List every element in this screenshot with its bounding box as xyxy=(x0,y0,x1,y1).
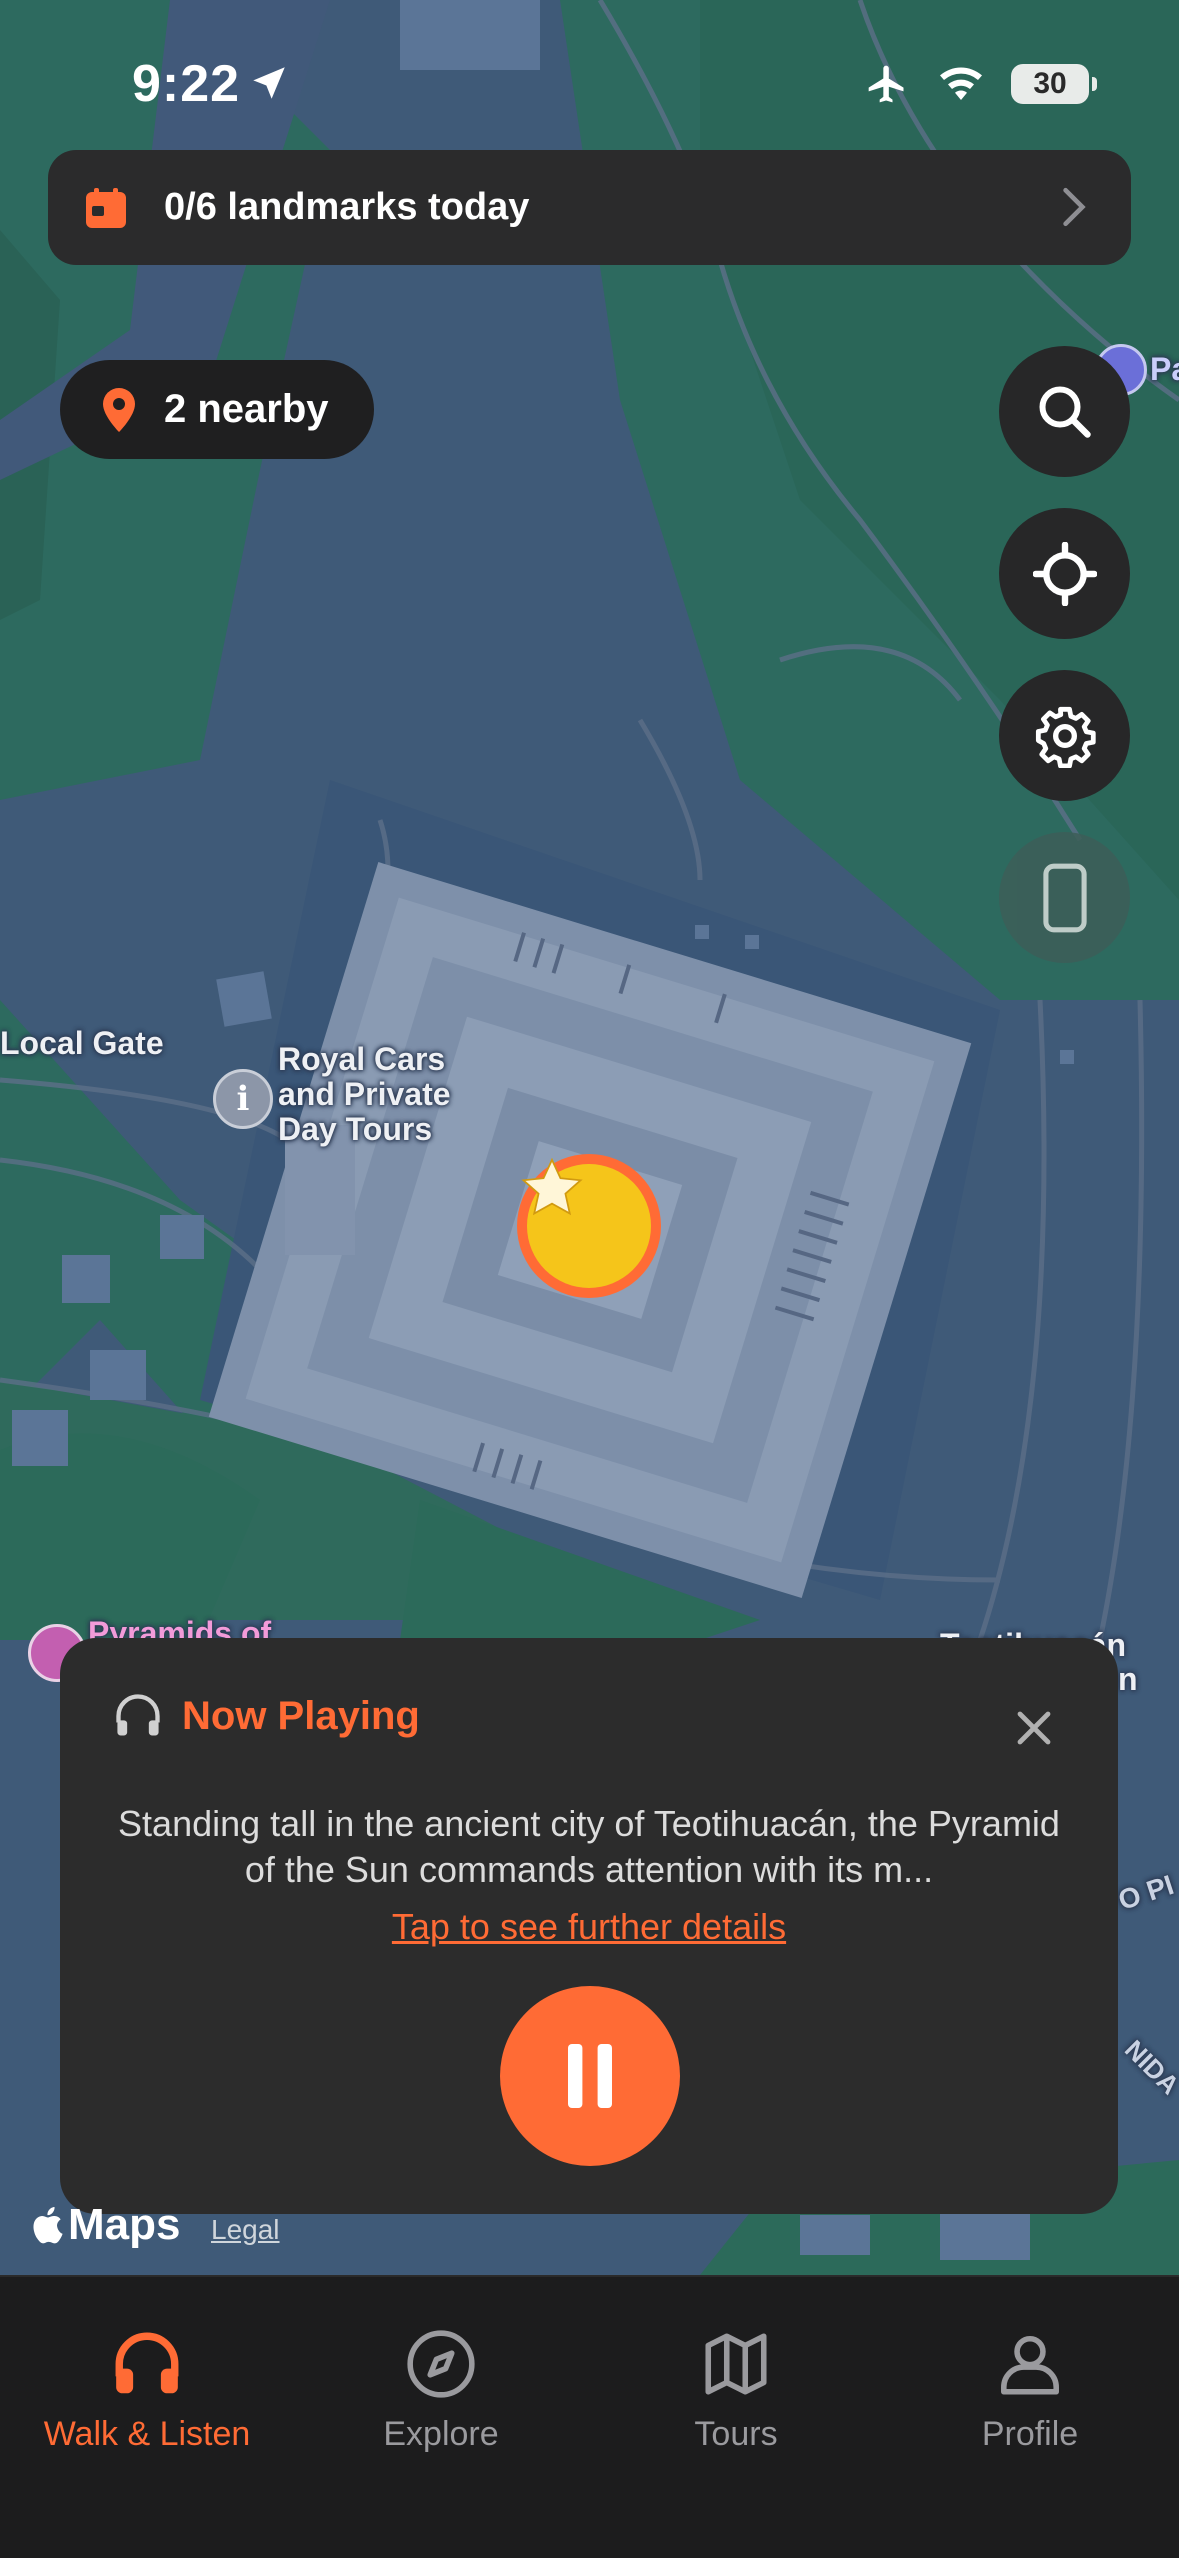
landmarks-banner[interactable]: 0/6 landmarks today xyxy=(48,150,1131,265)
landmark-marker[interactable] xyxy=(517,1154,661,1298)
compass-icon xyxy=(407,2330,475,2398)
phone-icon xyxy=(1042,863,1087,932)
tab-walk-listen-label: Walk & Listen xyxy=(43,2415,251,2453)
headphones-icon xyxy=(115,2332,179,2394)
maps-brand: Maps xyxy=(68,2200,181,2249)
airplane-icon xyxy=(868,65,904,103)
settings-button[interactable] xyxy=(999,670,1130,801)
gear-icon xyxy=(1035,706,1096,768)
map-label-teotihuacan-2: n xyxy=(1118,1661,1138,1697)
nearby-pill[interactable]: 2 nearby xyxy=(60,360,374,459)
poi-line-3: Day Tours xyxy=(278,1111,433,1147)
now-playing-title: Now Playing xyxy=(182,1693,420,1738)
device-button[interactable] xyxy=(999,832,1130,963)
headphones-icon xyxy=(116,1694,160,1736)
tab-walk-listen[interactable]: Walk & Listen xyxy=(17,2327,277,2454)
chevron-right-icon xyxy=(1063,187,1086,227)
wifi-icon xyxy=(940,67,982,100)
now-playing-description: Standing tall in the ancient city of Teo… xyxy=(118,1803,1060,1890)
person-icon xyxy=(1001,2335,1059,2395)
crosshair-icon xyxy=(1032,541,1097,606)
calendar-icon xyxy=(86,187,126,228)
apple-logo-icon xyxy=(33,2207,63,2244)
search-icon xyxy=(1039,386,1091,438)
legal-link[interactable]: Legal xyxy=(211,2214,280,2246)
status-time: 9:22 xyxy=(132,55,241,113)
battery-indicator: 30 xyxy=(1011,64,1097,104)
maps-attribution: Maps xyxy=(30,2200,180,2250)
tab-tours[interactable]: Tours xyxy=(606,2327,866,2454)
search-button[interactable] xyxy=(999,346,1130,477)
nearby-label: 2 nearby xyxy=(164,387,329,431)
tab-profile-label: Profile xyxy=(981,2415,1079,2453)
landmarks-count: 0/6 landmarks today xyxy=(164,186,530,228)
map-label-poi[interactable]: Royal Cars and Private Day Tours xyxy=(278,1042,451,1147)
star-icon xyxy=(521,1157,651,1288)
now-playing-card[interactable]: Now Playing Standing tall in the ancient… xyxy=(60,1638,1118,2214)
tab-tours-label: Tours xyxy=(694,2415,778,2453)
map-icon xyxy=(705,2333,767,2395)
pause-icon xyxy=(568,2044,612,2108)
location-arrow-icon xyxy=(253,67,285,99)
map-label-pa: Pa xyxy=(1150,351,1179,387)
tab-explore[interactable]: Explore xyxy=(311,2327,571,2454)
status-bar: 9:22 30 xyxy=(0,0,1179,170)
location-pin-icon xyxy=(103,387,135,432)
map-label-local-gate[interactable]: Local Gate xyxy=(0,1026,164,1061)
poi-line-2: and Private xyxy=(278,1076,451,1112)
tab-profile[interactable]: Profile xyxy=(900,2327,1160,2454)
pause-button[interactable] xyxy=(500,1986,680,2166)
close-icon[interactable] xyxy=(1014,1708,1054,1748)
tab-bar: Walk & Listen Explore Tours Profile xyxy=(0,2275,1179,2558)
tab-explore-label: Explore xyxy=(383,2415,499,2453)
poi-line-1: Royal Cars xyxy=(278,1041,446,1077)
info-poi-icon[interactable]: i xyxy=(213,1069,273,1129)
details-link[interactable]: Tap to see further details xyxy=(60,1906,1118,1948)
locate-me-button[interactable] xyxy=(999,508,1130,639)
